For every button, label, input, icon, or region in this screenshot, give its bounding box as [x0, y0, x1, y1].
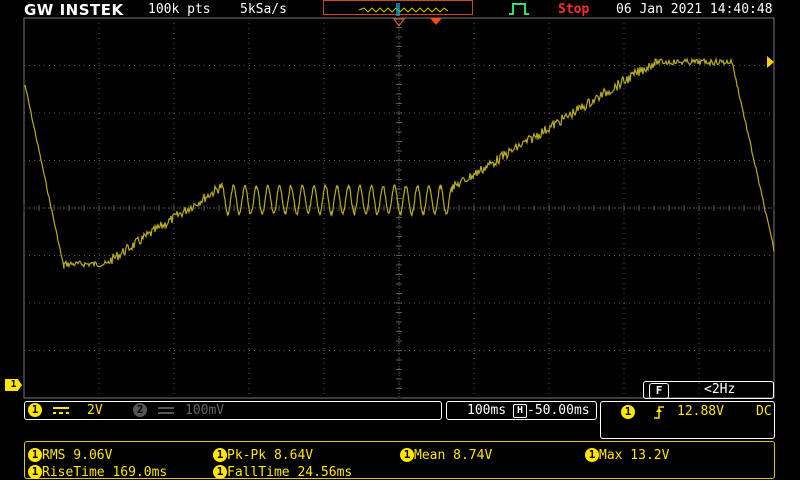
trigger-box[interactable]: 1 12.88V DC	[600, 401, 775, 439]
trigger-coupling: DC	[756, 404, 772, 419]
trigger-position-marker	[430, 18, 442, 25]
measurement-falltime[interactable]: 1 FallTime 24.56ms	[213, 461, 352, 480]
trigger-source-badge: 1	[621, 405, 635, 419]
filter-box[interactable]: F <2Hz	[643, 381, 774, 399]
ch1-badge[interactable]: 1	[28, 403, 42, 417]
horizontal-position: -50.00ms	[527, 403, 590, 418]
measurement-label: RiseTime 169.0ms	[42, 465, 168, 480]
ch2-badge[interactable]: 2	[133, 403, 147, 417]
ch2-scale: 100mV	[185, 403, 225, 418]
graticule-grid	[23, 17, 775, 399]
horizontal-position-icon: H	[513, 404, 527, 418]
trigger-level-marker	[767, 56, 774, 68]
dc-coupling-icon	[53, 407, 69, 414]
channel-scale-bar[interactable]: 1 2V 2 100mV	[24, 401, 442, 420]
measurement-mean[interactable]: 1 Mean 8.74V	[400, 444, 492, 463]
timebase-scale: 100ms	[467, 403, 507, 418]
measurement-source-badge: 1	[585, 447, 599, 462]
measurement-risetime[interactable]: 1 RiseTime 169.0ms	[28, 461, 167, 480]
waveform-display[interactable]	[0, 0, 800, 400]
timebase-box[interactable]: 100ms H -50.00ms	[446, 401, 597, 420]
filter-icon: F	[649, 383, 669, 399]
ch1-scale: 2V	[87, 403, 103, 418]
measurement-panel[interactable]: 1 RMS 9.06V 1 Pk-Pk 8.64V 1 Mean 8.74V 1 Max…	[24, 441, 775, 480]
measurement-max[interactable]: 1 Max 13.2V	[585, 444, 669, 463]
measurement-source-badge: 1	[213, 464, 227, 479]
measurement-label: FallTime 24.56ms	[227, 465, 353, 480]
measurement-source-badge: 1	[400, 447, 414, 462]
measurement-label: Max 13.2V	[599, 448, 670, 463]
ch1-ground-label: 1	[10, 379, 17, 390]
measurement-source-badge: 1	[28, 447, 42, 462]
measurement-label: Mean 8.74V	[414, 448, 493, 463]
rising-edge-icon	[654, 406, 664, 419]
ch2-coupling-icon	[158, 407, 174, 414]
measurement-source-badge: 1	[28, 464, 42, 479]
measurement-source-badge: 1	[213, 447, 227, 462]
trigger-level: 12.88V	[677, 404, 724, 419]
filter-value: <2Hz	[704, 382, 736, 397]
